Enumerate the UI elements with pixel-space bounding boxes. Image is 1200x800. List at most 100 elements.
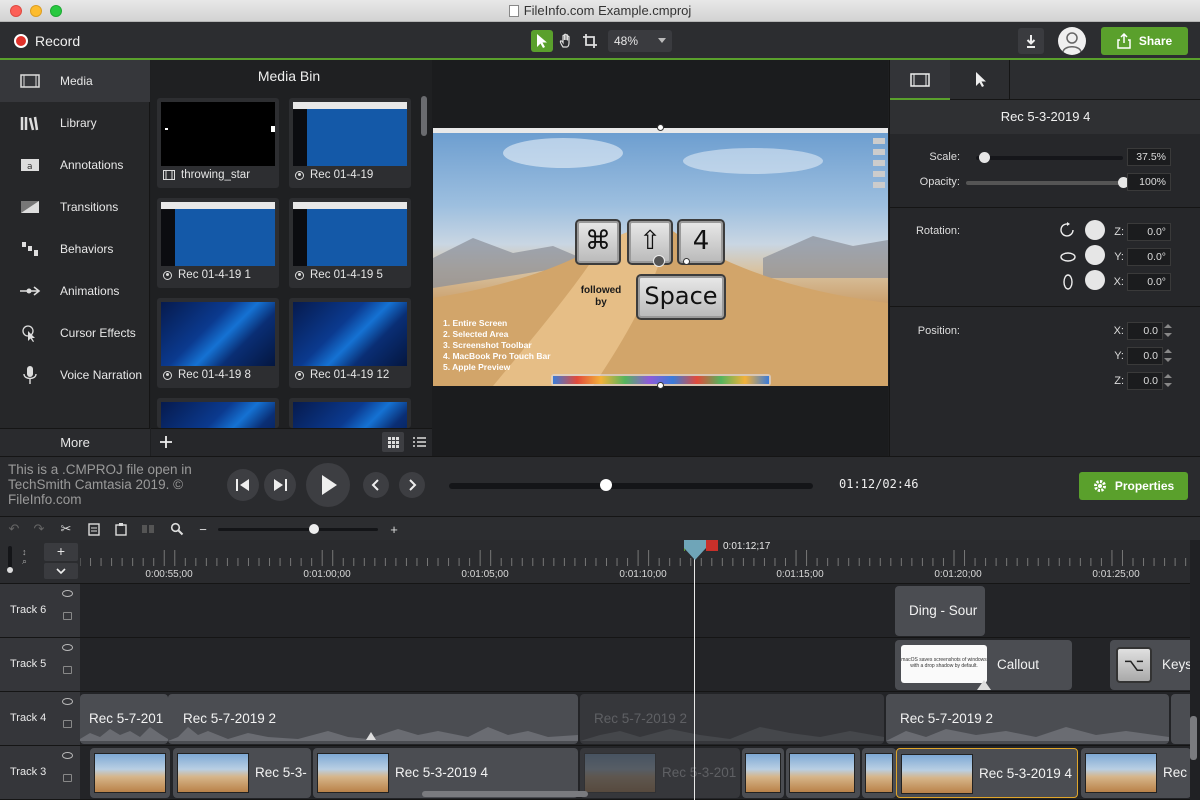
position-y-stepper[interactable]	[1164, 347, 1172, 365]
add-media-button[interactable]	[158, 434, 174, 450]
crop-tool[interactable]	[579, 30, 601, 52]
zoom-dropdown[interactable]: 48%	[608, 30, 672, 52]
share-button[interactable]: Share	[1101, 27, 1188, 55]
canvas-preview[interactable]: ⌘ ⇧ 4 Space followed by 1. Entire Screen…	[432, 60, 888, 456]
zoom-out-icon[interactable]: −	[195, 521, 211, 537]
rotation-y-dial[interactable]	[1085, 245, 1105, 265]
eye-icon[interactable]	[62, 698, 73, 705]
media-item[interactable]: Rec 01-4-19 1	[157, 198, 279, 288]
lock-icon[interactable]	[63, 774, 72, 782]
media-bin-scrollbar[interactable]	[421, 96, 427, 136]
media-item[interactable]: Rec 01-4-19	[289, 98, 411, 188]
position-z-stepper[interactable]	[1164, 372, 1172, 390]
track-header-3[interactable]: Track 3	[0, 746, 80, 800]
next-marker-button[interactable]	[399, 472, 425, 498]
tab-cursor-properties[interactable]	[950, 60, 1010, 100]
playback-scrubber[interactable]	[449, 483, 813, 489]
timeline-clip[interactable]: Rec 5-3-	[173, 748, 311, 798]
more-button[interactable]: More	[0, 428, 150, 456]
timeline-clip[interactable]	[742, 748, 784, 798]
play-button[interactable]	[306, 463, 350, 507]
timeline-ruler[interactable]: 0:00:55;00 0:01:00;00 0:01:05;00 0:01:10…	[80, 540, 1190, 584]
timeline-zoom-knob[interactable]	[309, 524, 319, 534]
copy-icon[interactable]	[86, 521, 102, 537]
position-y-field[interactable]: 0.0	[1127, 347, 1163, 365]
rotation-x-field[interactable]: 0.0°	[1127, 273, 1171, 291]
next-frame-button[interactable]	[264, 469, 296, 501]
cut-icon[interactable]: ✂	[58, 521, 74, 537]
position-x-field[interactable]: 0.0	[1127, 322, 1163, 340]
anchor-handle[interactable]	[683, 258, 690, 265]
opacity-field[interactable]: 100%	[1127, 173, 1171, 191]
timeline-clip[interactable]: Rec 5-7-2019 2	[580, 694, 884, 744]
grid-view-button[interactable]	[382, 432, 404, 452]
rotate-handle-icon[interactable]	[653, 255, 665, 267]
track-height-knob[interactable]	[7, 567, 13, 573]
resize-handle-bottom[interactable]	[657, 382, 664, 389]
sidebar-item-annotations[interactable]: a Annotations	[0, 144, 150, 186]
track-header-4[interactable]: Track 4	[0, 692, 80, 746]
timeline-vertical-scrollbar[interactable]	[1190, 716, 1197, 760]
sidebar-item-transitions[interactable]: Transitions	[0, 186, 150, 228]
position-x-stepper[interactable]	[1164, 322, 1172, 340]
media-item[interactable]: Rec 01-4-19 12	[289, 298, 411, 388]
scale-slider[interactable]	[976, 156, 1123, 160]
media-item[interactable]	[157, 398, 279, 428]
magnifier-icon[interactable]	[169, 521, 185, 537]
eye-icon[interactable]	[62, 644, 73, 651]
resize-handle-top[interactable]	[657, 124, 664, 131]
media-item[interactable]: Rec 01-4-19 5	[289, 198, 411, 288]
sidebar-item-cursor-effects[interactable]: Cursor Effects	[0, 312, 150, 354]
user-avatar[interactable]	[1058, 27, 1086, 55]
undo-icon[interactable]: ↶	[6, 521, 22, 537]
sidebar-item-media[interactable]: Media	[0, 60, 150, 102]
rotation-x-dial[interactable]	[1085, 270, 1105, 290]
timeline-clip[interactable]: Rec 5-3-201	[580, 748, 740, 798]
track-header-6[interactable]: Track 6	[0, 584, 80, 638]
tab-visual-properties[interactable]	[890, 60, 950, 100]
media-item[interactable]: Rec 01-4-19 8	[157, 298, 279, 388]
timeline-clip-selected[interactable]: Rec 5-3-2019 4	[896, 748, 1078, 798]
media-item[interactable]: throwing_star	[157, 98, 279, 188]
timeline-clip[interactable]: Ding - Sour	[895, 586, 985, 636]
list-view-button[interactable]	[408, 432, 430, 452]
paste-icon[interactable]	[113, 521, 129, 537]
timeline-clip[interactable]: Rec	[1081, 748, 1190, 798]
timeline-clip[interactable]: Rec 5-7-2019 2	[886, 694, 1169, 744]
timeline-zoom-slider[interactable]	[218, 528, 378, 531]
timeline-clip[interactable]	[862, 748, 896, 798]
timeline-clip[interactable]: ⌥ Keys	[1110, 640, 1190, 690]
timeline-clip[interactable]	[90, 748, 170, 798]
lock-icon[interactable]	[63, 612, 72, 620]
track-zoom-icon[interactable]: ↕ ⌕	[22, 548, 27, 566]
scale-slider-knob[interactable]	[979, 152, 991, 163]
scrubber-knob[interactable]	[599, 479, 612, 491]
position-z-field[interactable]: 0.0	[1127, 372, 1163, 390]
opacity-slider[interactable]	[966, 181, 1123, 185]
rotation-z-dial[interactable]	[1085, 220, 1105, 240]
timeline-clip[interactable]	[786, 748, 860, 798]
previous-marker-button[interactable]	[363, 472, 389, 498]
media-item[interactable]	[289, 398, 411, 428]
properties-button[interactable]: Properties	[1079, 472, 1188, 500]
timeline-clip[interactable]: Rec 5-7-201	[80, 694, 168, 744]
timeline-clip[interactable]	[1171, 694, 1190, 744]
sidebar-item-library[interactable]: Library	[0, 102, 150, 144]
zoom-in-icon[interactable]: +	[386, 521, 402, 537]
download-button[interactable]	[1018, 28, 1044, 54]
track-header-5[interactable]: Track 5	[0, 638, 80, 692]
rotation-y-field[interactable]: 0.0°	[1127, 248, 1171, 266]
timeline-clip[interactable]: Rec 5-7-2019 2	[168, 694, 578, 744]
previous-frame-button[interactable]	[227, 469, 259, 501]
eye-icon[interactable]	[62, 752, 73, 759]
scale-field[interactable]: 37.5%	[1127, 148, 1171, 166]
track-options-button[interactable]	[44, 563, 78, 579]
redo-icon[interactable]: ↷	[31, 521, 47, 537]
sidebar-item-voice-narration[interactable]: Voice Narration	[0, 354, 150, 396]
record-button[interactable]: Record	[14, 31, 80, 51]
select-tool[interactable]	[531, 30, 553, 52]
split-icon[interactable]	[140, 521, 156, 537]
pan-tool[interactable]	[555, 30, 577, 52]
eye-icon[interactable]	[62, 590, 73, 597]
rotation-z-field[interactable]: 0.0°	[1127, 223, 1171, 241]
